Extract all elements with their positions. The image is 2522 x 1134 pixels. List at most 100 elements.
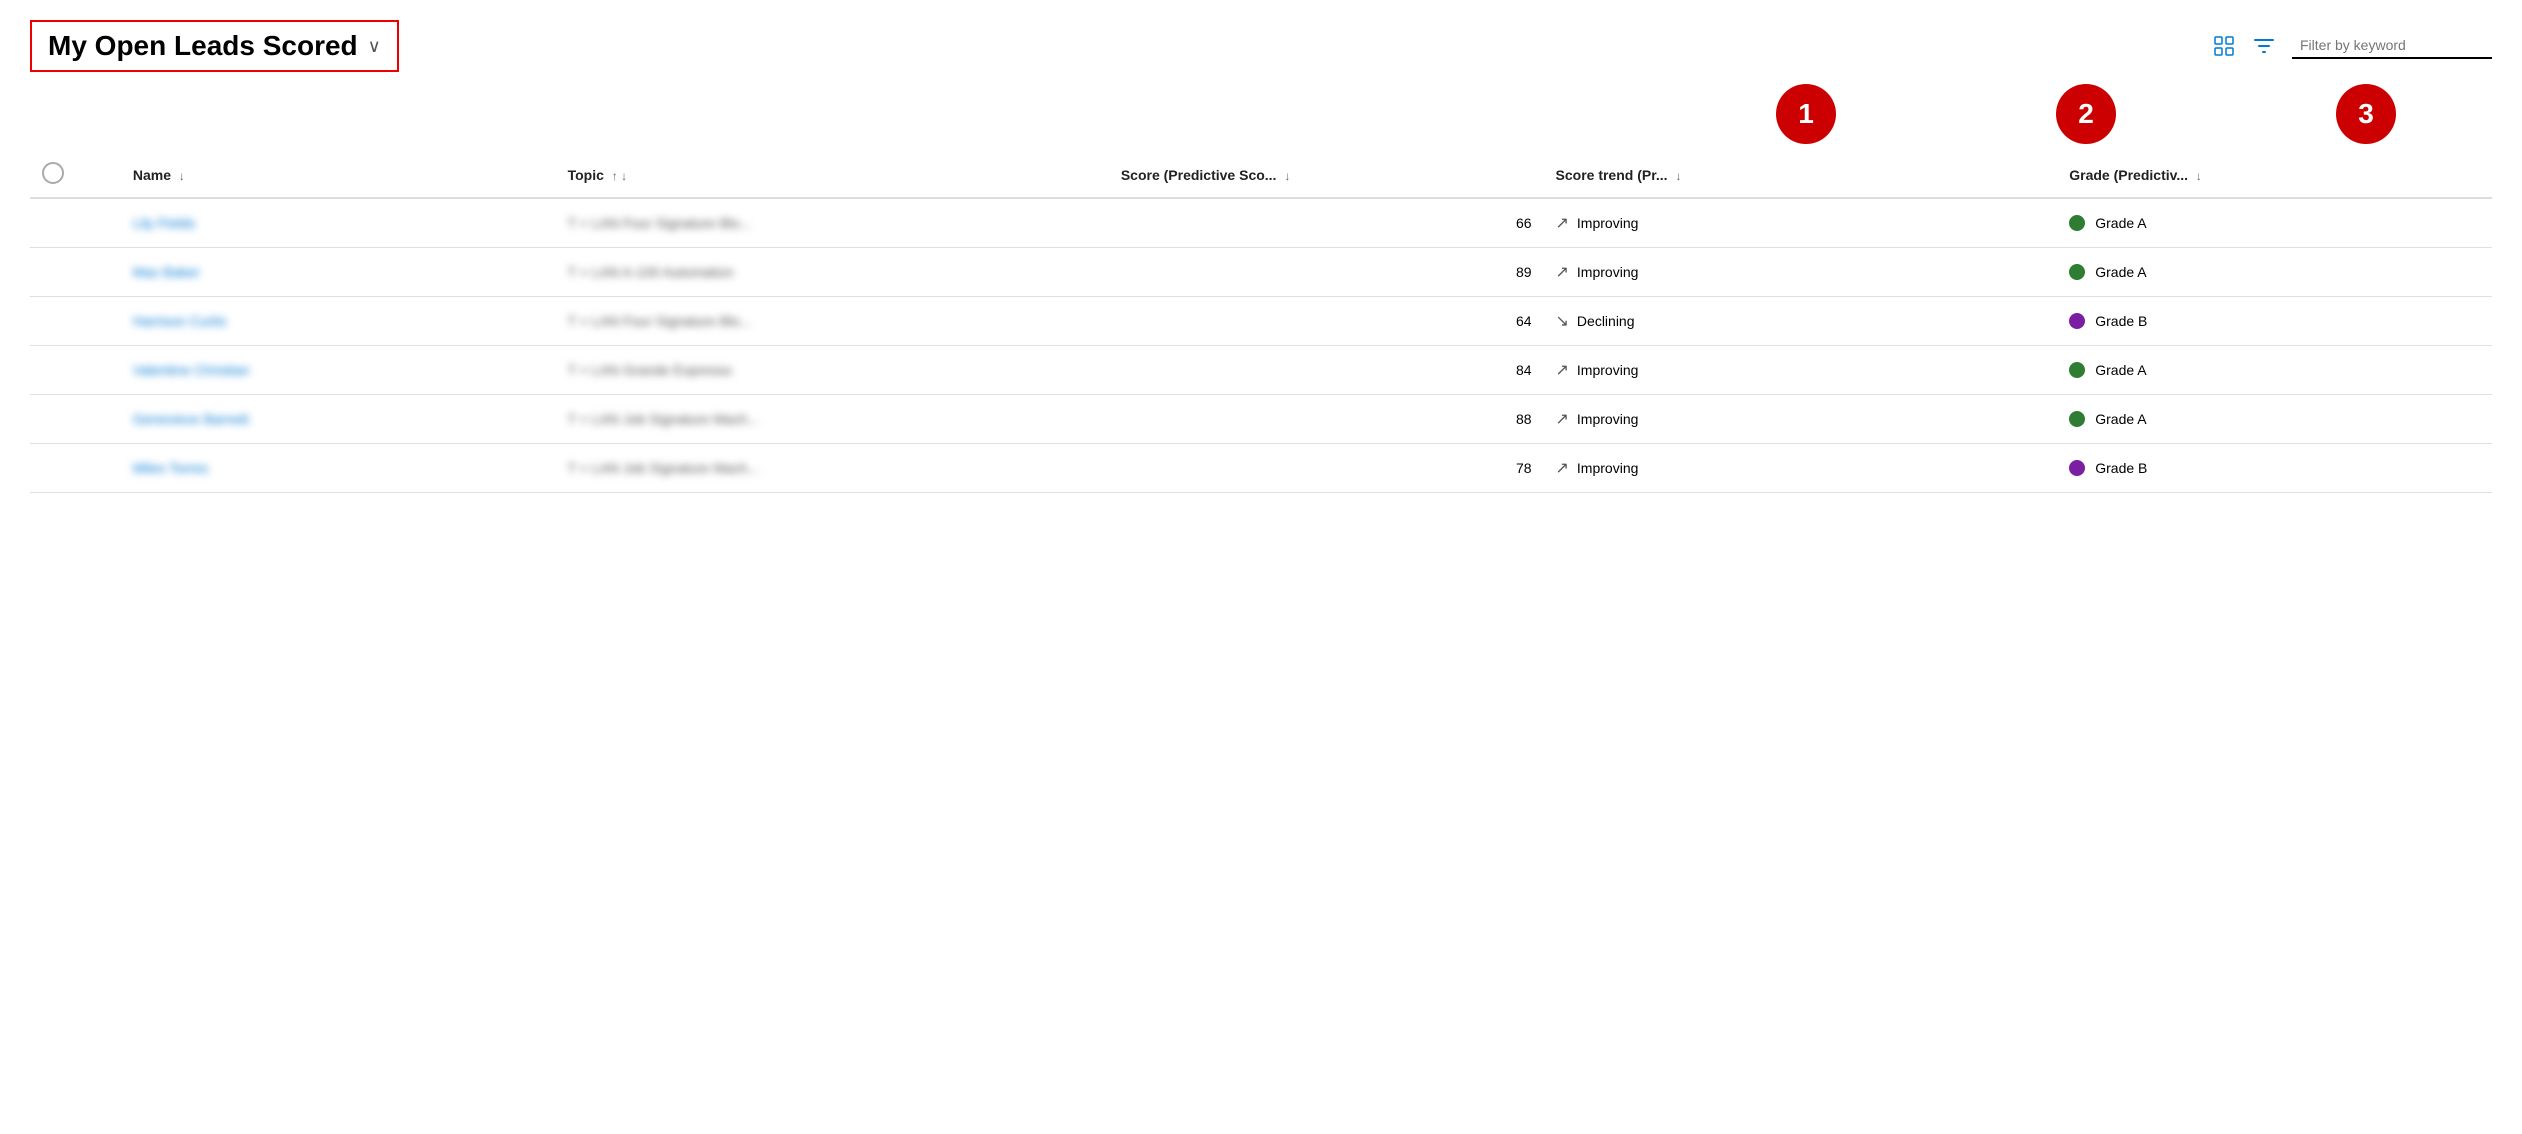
table-row: Genevieve Barnett T + LAN Job Signature M… — [30, 395, 2492, 444]
cell-grade: Grade A — [2057, 198, 2492, 248]
page-title: My Open Leads Scored — [48, 30, 358, 62]
lead-name-link[interactable]: Valentine Christian — [133, 362, 249, 378]
trend-up-arrow-icon: ↗ — [1556, 360, 1569, 380]
col-header-name[interactable]: Name ↓ — [121, 152, 556, 198]
col-header-trend[interactable]: Score trend (Pr... ↓ — [1544, 152, 2058, 198]
col-header-grade[interactable]: Grade (Predictiv... ↓ — [2057, 152, 2492, 198]
header-checkbox[interactable] — [42, 162, 64, 184]
header-row: My Open Leads Scored ∨ — [30, 20, 2492, 72]
filter-button[interactable] — [2252, 34, 2276, 58]
title-chevron-icon: ∨ — [368, 36, 381, 57]
bubble-3-spacer: 3 — [2256, 84, 2476, 144]
trend-up-arrow-icon: ↗ — [1556, 409, 1569, 429]
topic-value: T + LAN Grande Expresso — [568, 362, 732, 378]
cell-checkbox — [30, 297, 121, 346]
table-body: Lily Fields T + LAN Four Signature Blo...… — [30, 198, 2492, 493]
lead-name-link[interactable]: Max Baker — [133, 264, 200, 280]
annotation-bubble-3: 3 — [2336, 84, 2396, 144]
filter-keyword-input[interactable] — [2292, 33, 2492, 59]
trend-up-arrow-icon: ↗ — [1556, 213, 1569, 233]
col-header-topic[interactable]: Topic ↑ ↓ — [556, 152, 1109, 198]
cell-checkbox — [30, 346, 121, 395]
cell-topic: T + LAN Job Signature Mach... — [556, 444, 1109, 493]
bubble-2-spacer: 2 — [1956, 84, 2216, 144]
col-name-label: Name — [133, 167, 171, 183]
lead-name-link[interactable]: Miles Torres — [133, 460, 208, 476]
grade-dot-icon — [2069, 215, 2085, 231]
table-row: Miles Torres T + LAN Job Signature Mach..… — [30, 444, 2492, 493]
col-topic-label: Topic — [568, 167, 604, 183]
col-score-label: Score (Predictive Sco... — [1121, 167, 1277, 183]
col-header-checkbox — [30, 152, 121, 198]
cell-trend: ↗Improving — [1544, 395, 2058, 444]
grade-label: Grade B — [2095, 460, 2147, 476]
page-container: My Open Leads Scored ∨ — [0, 0, 2522, 513]
trend-label: Declining — [1577, 313, 1635, 329]
col-header-score[interactable]: Score (Predictive Sco... ↓ — [1109, 152, 1544, 198]
lead-name-link[interactable]: Lily Fields — [133, 215, 195, 231]
cell-trend: ↗Improving — [1544, 198, 2058, 248]
table-wrapper: Name ↓ Topic ↑ ↓ Score (Predictive Sco..… — [30, 152, 2492, 493]
grade-sort-icon[interactable]: ↓ — [2196, 169, 2202, 183]
table-row: Valentine Christian T + LAN Grande Expres… — [30, 346, 2492, 395]
cell-grade: Grade A — [2057, 395, 2492, 444]
trend-label: Improving — [1577, 362, 1638, 378]
grade-label: Grade A — [2095, 264, 2146, 280]
cell-name: Genevieve Barnett — [121, 395, 556, 444]
cell-score: 88 — [1109, 395, 1544, 444]
cell-topic: T + LAN Four Signature Blo... — [556, 198, 1109, 248]
cell-score: 84 — [1109, 346, 1544, 395]
header-row-tr: Name ↓ Topic ↑ ↓ Score (Predictive Sco..… — [30, 152, 2492, 198]
bubble-1-spacer: 1 — [1696, 84, 1916, 144]
grade-dot-icon — [2069, 264, 2085, 280]
trend-up-arrow-icon: ↗ — [1556, 458, 1569, 478]
cell-name: Max Baker — [121, 248, 556, 297]
topic-value: T + LAN A-100 Automation — [568, 264, 734, 280]
table-row: Lily Fields T + LAN Four Signature Blo...… — [30, 198, 2492, 248]
cell-trend: ↗ Improving — [1544, 346, 2058, 395]
cell-name: Lily Fields — [121, 198, 556, 248]
cell-score: 78 — [1109, 444, 1544, 493]
grade-label: Grade B — [2095, 313, 2147, 329]
col-grade-label: Grade (Predictiv... — [2069, 167, 2188, 183]
grade-label: Grade A — [2095, 215, 2146, 231]
cell-name: Miles Torres — [121, 444, 556, 493]
header-controls — [2212, 33, 2492, 59]
lead-name-link[interactable]: Genevieve Barnett — [133, 411, 249, 427]
lead-name-link[interactable]: Harrison Curtis — [133, 313, 226, 329]
table-header: Name ↓ Topic ↑ ↓ Score (Predictive Sco..… — [30, 152, 2492, 198]
cell-score: 89 — [1109, 248, 1544, 297]
table-row: Max Baker T + LAN A-100 Automation 89↗Impr… — [30, 248, 2492, 297]
annotation-bubble-1: 1 — [1776, 84, 1836, 144]
annotation-bubble-2: 2 — [2056, 84, 2116, 144]
title-container[interactable]: My Open Leads Scored ∨ — [30, 20, 399, 72]
topic-sort-icon[interactable]: ↑ ↓ — [612, 169, 627, 183]
grade-label: Grade A — [2095, 411, 2146, 427]
score-sort-icon[interactable]: ↓ — [1284, 169, 1290, 183]
column-settings-button[interactable] — [2212, 34, 2236, 58]
cell-name: Valentine Christian — [121, 346, 556, 395]
cell-topic: T + LAN A-100 Automation — [556, 248, 1109, 297]
cell-topic: T + LAN Grande Expresso — [556, 346, 1109, 395]
cell-grade: Grade A — [2057, 346, 2492, 395]
cell-grade: Grade B — [2057, 444, 2492, 493]
cell-topic: T + LAN Four Signature Blo... — [556, 297, 1109, 346]
cell-score: 64 — [1109, 297, 1544, 346]
trend-sort-icon[interactable]: ↓ — [1675, 169, 1681, 183]
cell-topic: T + LAN Job Signature Mach... — [556, 395, 1109, 444]
cell-trend: ↘ Declining — [1544, 297, 2058, 346]
name-sort-icon[interactable]: ↓ — [179, 169, 185, 183]
annotations-row: 1 2 3 — [30, 84, 2492, 144]
col-trend-label: Score trend (Pr... — [1556, 167, 1668, 183]
grade-dot-icon — [2069, 411, 2085, 427]
cell-name: Harrison Curtis — [121, 297, 556, 346]
cell-checkbox — [30, 395, 121, 444]
trend-down-arrow-icon: ↘ — [1556, 311, 1569, 331]
cell-grade: Grade A — [2057, 248, 2492, 297]
cell-trend: ↗Improving — [1544, 444, 2058, 493]
grade-dot-icon — [2069, 460, 2085, 476]
cell-checkbox — [30, 444, 121, 493]
cell-trend: ↗Improving — [1544, 248, 2058, 297]
trend-up-arrow-icon: ↗ — [1556, 262, 1569, 282]
cell-score: 66 — [1109, 198, 1544, 248]
